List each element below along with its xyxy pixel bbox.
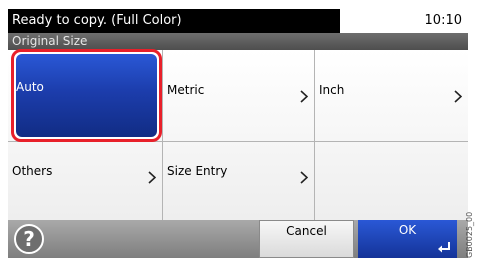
status-message: Ready to copy. (Full Color) — [8, 9, 340, 33]
size-entry-label: Size Entry — [167, 164, 228, 178]
auto-label: Auto — [16, 80, 44, 94]
metric-button[interactable]: Metric — [163, 50, 314, 141]
help-icon: ? — [23, 227, 35, 251]
size-entry-button[interactable]: Size Entry — [163, 142, 314, 220]
chevron-right-icon — [454, 90, 462, 103]
chevron-right-icon — [148, 171, 156, 184]
ok-button[interactable]: OK — [358, 220, 457, 258]
others-button[interactable]: Others — [8, 142, 162, 220]
chevron-right-icon — [300, 90, 308, 103]
ok-label: OK — [398, 223, 417, 237]
others-label: Others — [12, 164, 53, 178]
screen-title: Original Size — [8, 33, 468, 50]
help-button[interactable]: ? — [14, 224, 44, 254]
inch-label: Inch — [319, 83, 345, 97]
status-bar: Ready to copy. (Full Color) 10:10 — [8, 9, 468, 33]
empty-cell — [315, 142, 468, 220]
inch-button[interactable]: Inch — [315, 50, 468, 141]
cancel-button[interactable]: Cancel — [259, 220, 354, 258]
auto-button[interactable]: Auto — [16, 54, 157, 137]
figure-id: GB0025_00 — [465, 211, 474, 258]
enter-icon — [438, 242, 450, 253]
clock: 10:10 — [424, 13, 462, 28]
chevron-right-icon — [300, 171, 308, 184]
metric-label: Metric — [167, 83, 205, 97]
